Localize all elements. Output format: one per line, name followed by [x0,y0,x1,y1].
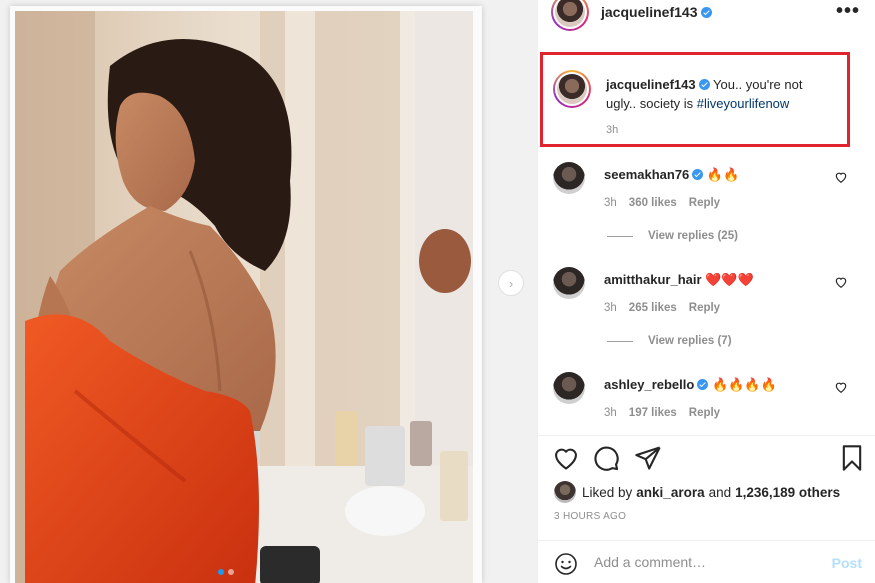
commenter-avatar[interactable] [553,267,585,299]
comment-likes[interactable]: 360 likes [629,197,677,209]
author-name-row: jacquelinef143 [601,4,712,20]
view-replies-label: View replies (7) [648,335,732,347]
caption-hashtag[interactable]: #liveyourlifenow [697,96,790,111]
comment-input[interactable] [594,554,824,570]
caption-username[interactable]: jacquelinef143 [606,77,696,92]
carousel-dots [218,569,234,575]
verified-badge-icon [700,6,712,18]
likes-connector: and [708,484,732,500]
comment-likes[interactable]: 197 likes [629,407,677,419]
reply-button[interactable]: Reply [689,407,720,419]
comment-meta: 3h 265 likes Reply [604,302,720,314]
carousel-dot [228,569,234,575]
heart-icon[interactable] [834,380,848,394]
comment-time[interactable]: 3h [604,407,617,419]
comment-meta: 3h 360 likes Reply [604,197,720,209]
author-story-ring[interactable] [551,0,589,31]
divider [607,235,633,237]
comment-username[interactable]: ashley_rebello [604,377,694,392]
reply-button[interactable]: Reply [689,197,720,209]
post-actions [538,435,875,483]
reply-button[interactable]: Reply [689,302,720,314]
view-replies-label: View replies (25) [648,230,738,242]
like-heart-icon[interactable] [552,444,580,472]
post-panel: jacquelinef143 ••• jacquelinef143 You.. … [537,0,875,583]
heart-icon[interactable] [834,275,848,289]
comment-username[interactable]: seemakhan76 [604,167,689,182]
caption-highlight: jacquelinef143 You.. you're not ugly.. s… [540,52,850,147]
verified-badge-icon [697,379,709,391]
add-comment-bar: Post [538,540,875,583]
comment-text: seemakhan76 🔥🔥 [604,167,739,183]
comment-bubble-icon[interactable] [592,444,620,472]
divider [607,340,633,342]
carousel-dot [218,569,224,575]
comment-meta: 3h 197 likes Reply [604,407,720,419]
post-comment-button[interactable]: Post [832,555,862,571]
caption-time: 3h [606,124,619,136]
comment-emoji: 🔥🔥🔥🔥 [711,377,777,392]
photo-frame [10,6,482,583]
commenter-avatar[interactable] [553,372,585,404]
commenter-avatar[interactable] [553,162,585,194]
liker-username[interactable]: anki_arora [636,485,704,500]
liker-avatar[interactable] [554,481,576,503]
comment-likes[interactable]: 265 likes [629,302,677,314]
chevron-right-icon: › [508,275,514,291]
bookmark-icon[interactable] [838,444,866,472]
caption-avatar[interactable] [557,74,587,104]
emoji-smile-icon[interactable] [554,552,578,576]
post-time-ago[interactable]: 3 HOURS AGO [554,511,626,522]
comment-emoji: ❤️❤️❤️ [705,272,754,287]
likes-prefix: Liked by [582,484,633,500]
comment-time[interactable]: 3h [604,302,617,314]
verified-badge-icon [698,79,710,91]
post-header: jacquelinef143 ••• [538,0,875,31]
view-replies-button[interactable]: View replies (7) [604,335,732,347]
likes-others[interactable]: 1,236,189 others [735,485,840,500]
author-avatar[interactable] [555,0,585,27]
next-slide-button[interactable]: › [498,270,524,296]
view-replies-button[interactable]: View replies (25) [604,230,738,242]
share-paper-plane-icon[interactable] [634,444,662,472]
verified-badge-icon [692,169,704,181]
comment-time[interactable]: 3h [604,197,617,209]
comment-emoji: 🔥🔥 [706,167,740,182]
likes-summary: Liked by anki_arora and 1,236,189 others [554,481,844,503]
comment-username[interactable]: amitthakur_hair [604,272,702,287]
post-photo[interactable] [15,11,473,583]
caption-text: jacquelinef143 You.. you're not ugly.. s… [606,75,836,113]
author-username[interactable]: jacquelinef143 [601,4,698,20]
comment-text: amitthakur_hair ❤️❤️❤️ [604,272,754,288]
caption-story-ring[interactable] [553,70,591,108]
heart-icon[interactable] [834,170,848,184]
post-media: › [0,0,537,583]
comment-text: ashley_rebello 🔥🔥🔥🔥 [604,377,777,393]
more-options-icon[interactable]: ••• [836,0,860,23]
